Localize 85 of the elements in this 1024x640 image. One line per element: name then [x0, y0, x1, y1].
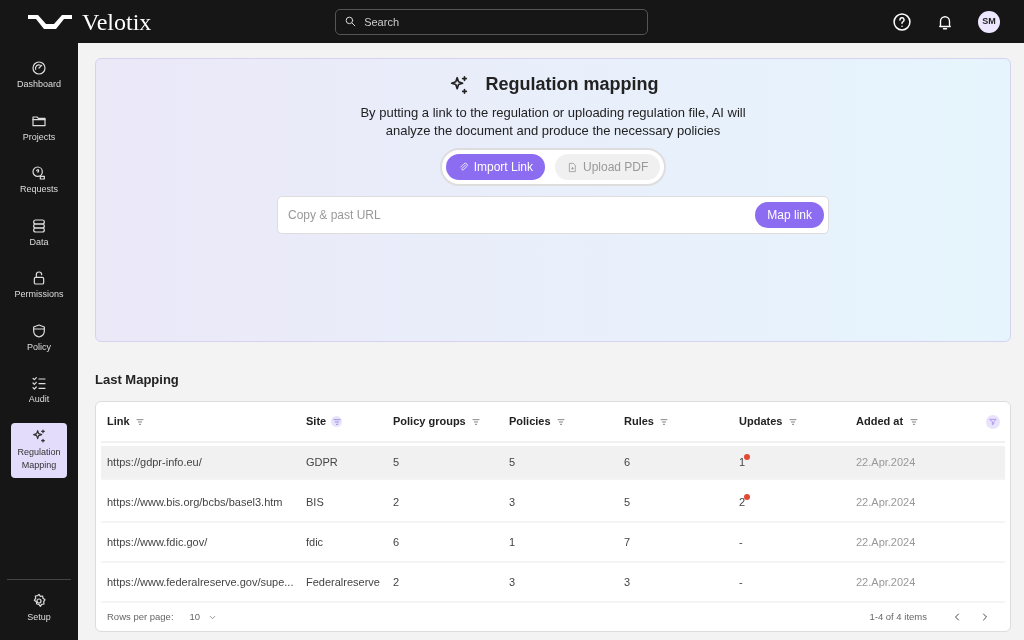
filter-button[interactable] — [134, 416, 146, 427]
paperclip-icon — [457, 161, 469, 173]
source-tab[interactable]: Import Link — [445, 154, 545, 181]
table-cell-text: https://gdpr-info.eu/ — [106, 454, 203, 470]
table-cell-text: 22.Apr.2024 — [855, 454, 917, 470]
table-cell-text: 1 — [508, 534, 517, 550]
filter-icon — [332, 417, 341, 426]
table-cell-text: 6 — [392, 534, 401, 550]
table-cell-text: 7 — [623, 534, 632, 550]
table-cell-text: https://www.fdic.gov/ — [106, 534, 209, 550]
question-bubble-icon — [31, 165, 47, 181]
sidebar-item[interactable]: Audit — [11, 370, 67, 412]
rows-per-page-select[interactable]: 10 — [189, 609, 218, 625]
sidebar-item[interactable]: Requests — [11, 160, 67, 202]
table-cell-text: 22.Apr.2024 — [855, 534, 917, 550]
table-cell: - — [739, 575, 743, 588]
filter-button[interactable] — [658, 416, 670, 427]
filter-icon — [136, 417, 145, 426]
filter-icon — [472, 417, 481, 426]
section-title: Last Mapping — [95, 370, 180, 389]
page-title: Regulation mapping — [485, 73, 659, 96]
table-cell-text: Federalreserve — [305, 574, 381, 590]
funnel-icon — [989, 417, 997, 426]
logo-icon — [28, 14, 72, 29]
table-cell-text: GDPR — [305, 454, 339, 470]
filter-button[interactable] — [787, 416, 799, 427]
rows-per-page-label: Rows per page: — [107, 609, 174, 624]
column-settings-button[interactable] — [986, 414, 1000, 429]
table-cell-text: 22.Apr.2024 — [855, 494, 917, 510]
table-cell-text: 3 — [508, 574, 517, 590]
document-icon — [567, 161, 578, 173]
shield-icon — [31, 322, 47, 339]
checklist-icon — [31, 375, 47, 391]
gauge-icon — [31, 60, 47, 76]
filter-icon — [788, 417, 797, 426]
description-text: By putting a link to the regulation or uploading regulation file, AI will analyze the document and produce the necessary policies — [359, 104, 747, 140]
table-cell: - — [739, 535, 743, 548]
table-cell: 1 — [739, 455, 746, 468]
sidebar-item[interactable]: Data — [11, 212, 67, 254]
sidebar-item[interactable]: Setup — [11, 587, 67, 629]
app-name: Velotix — [82, 7, 152, 37]
column-header: Policies — [509, 414, 551, 430]
pagination-range: 1-4 of 4 items — [869, 609, 927, 624]
help-icon — [892, 11, 912, 32]
column-header: Policy groups — [393, 414, 466, 430]
sidebar-item[interactable]: Projects — [11, 107, 67, 149]
table-cell: 2 — [739, 495, 746, 508]
filter-icon — [557, 417, 566, 426]
search-field[interactable]: Search — [335, 8, 649, 35]
table-cell-text: fdic — [305, 534, 325, 550]
table-cell-text: 2 — [392, 574, 401, 590]
sidebar-item[interactable]: Dashboard — [11, 55, 67, 97]
table-cell-text: https://www.bis.org/bcbs/basel3.htm — [106, 494, 284, 510]
table-cell-text: 3 — [508, 494, 517, 510]
gear-icon — [31, 592, 47, 609]
sidebar-item[interactable]: Permissions — [11, 265, 67, 307]
table-cell-text: 5 — [623, 494, 632, 510]
sidebar-item[interactable]: Policy — [11, 317, 67, 359]
table-cell-text: 5 — [392, 454, 401, 470]
table-cell-text: 3 — [623, 574, 632, 590]
column-header: Added at — [856, 414, 904, 430]
padlock-icon — [31, 270, 47, 286]
database-icon — [31, 217, 47, 234]
filter-icon — [660, 417, 669, 426]
map-link-button[interactable]: Map link — [755, 202, 824, 229]
filter-button[interactable] — [331, 416, 343, 427]
column-header: Link — [107, 414, 130, 430]
user-avatar[interactable]: SM — [978, 10, 1000, 33]
sparkle-icon — [31, 427, 47, 444]
filter-button[interactable] — [555, 416, 567, 427]
table-cell-text: BIS — [305, 494, 325, 510]
table-cell-text: https://www.federalreserve.gov/supe... — [106, 574, 295, 590]
filter-button[interactable] — [908, 416, 920, 427]
table-cell-text: 6 — [623, 454, 632, 470]
column-header: Site — [306, 414, 327, 430]
search-icon — [344, 14, 358, 28]
table-cell-text: 22.Apr.2024 — [855, 574, 917, 590]
filter-button[interactable] — [470, 416, 482, 427]
table-cell-text: 5 — [508, 454, 517, 470]
sidebar-item[interactable]: Regulation Mapping — [11, 422, 67, 478]
column-header: Rules — [624, 414, 654, 430]
table-cell-text: 2 — [392, 494, 401, 510]
help-button[interactable] — [892, 11, 912, 32]
column-header: Updates — [739, 414, 783, 430]
filter-icon — [909, 417, 918, 426]
